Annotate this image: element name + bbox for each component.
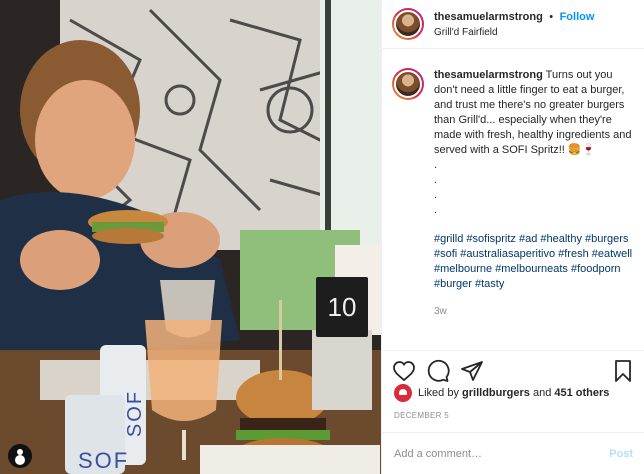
caption-avatar[interactable] <box>392 68 424 100</box>
post-button[interactable]: Post <box>609 448 633 460</box>
post-date[interactable]: DECEMBER 5 <box>394 411 449 420</box>
heart-icon[interactable] <box>392 359 416 383</box>
header-text: thesamuelarmstrong • Follow Grill'd Fair… <box>434 8 594 40</box>
caption-dot: . <box>434 174 438 186</box>
share-icon[interactable] <box>460 359 484 383</box>
tagged-user-icon[interactable] <box>8 444 32 468</box>
header-separator: • <box>549 11 554 23</box>
can-label-text: SOF <box>124 389 147 438</box>
likes-prefix: Liked by <box>418 387 459 399</box>
caption-dot: . <box>434 189 438 201</box>
likes-and: and <box>532 387 552 399</box>
caption-body: thesamuelarmstrong Turns out you don't n… <box>434 68 634 319</box>
caption-username[interactable]: thesamuelarmstrong <box>434 69 543 81</box>
post-photo[interactable]: 10 SOF SOF <box>0 0 381 474</box>
comment-icon[interactable] <box>426 359 450 383</box>
location-link[interactable]: Grill'd Fairfield <box>434 25 594 40</box>
follow-button[interactable]: Follow <box>560 11 595 23</box>
caption-hashtags[interactable]: #grilld #sofispritz #ad #healthy #burger… <box>434 232 634 292</box>
post-sidebar: thesamuelarmstrong • Follow Grill'd Fair… <box>381 0 644 474</box>
caption-dots: . . . . <box>434 158 634 218</box>
caption-dot: . <box>434 204 438 216</box>
likes-others[interactable]: 451 others <box>554 387 609 399</box>
bookmark-icon[interactable] <box>611 359 635 383</box>
can-label-text-front: SOF <box>78 448 130 473</box>
caption-dot: . <box>434 159 438 171</box>
post-header: thesamuelarmstrong • Follow Grill'd Fair… <box>382 0 644 49</box>
likes-summary: Liked by grilldburgers and 451 others <box>394 384 609 402</box>
caption-text: Turns out you don't need a little finger… <box>434 69 632 156</box>
liker-avatar[interactable] <box>394 384 412 402</box>
comments-area[interactable]: thesamuelarmstrong Turns out you don't n… <box>382 58 644 338</box>
table-number-card: 10 <box>316 277 368 337</box>
header-username[interactable]: thesamuelarmstrong <box>434 11 543 23</box>
photo-illustration <box>0 0 381 474</box>
add-comment-input[interactable] <box>394 447 610 460</box>
instagram-post: 10 SOF SOF thesamuelarmstrong • Follow G… <box>0 0 644 474</box>
caption-time-ago[interactable]: 3w <box>434 304 634 319</box>
avatar[interactable] <box>392 8 424 40</box>
likes-user[interactable]: grilldburgers <box>462 387 530 399</box>
caption: thesamuelarmstrong Turns out you don't n… <box>392 58 635 319</box>
add-comment-bar: Post <box>382 432 644 474</box>
